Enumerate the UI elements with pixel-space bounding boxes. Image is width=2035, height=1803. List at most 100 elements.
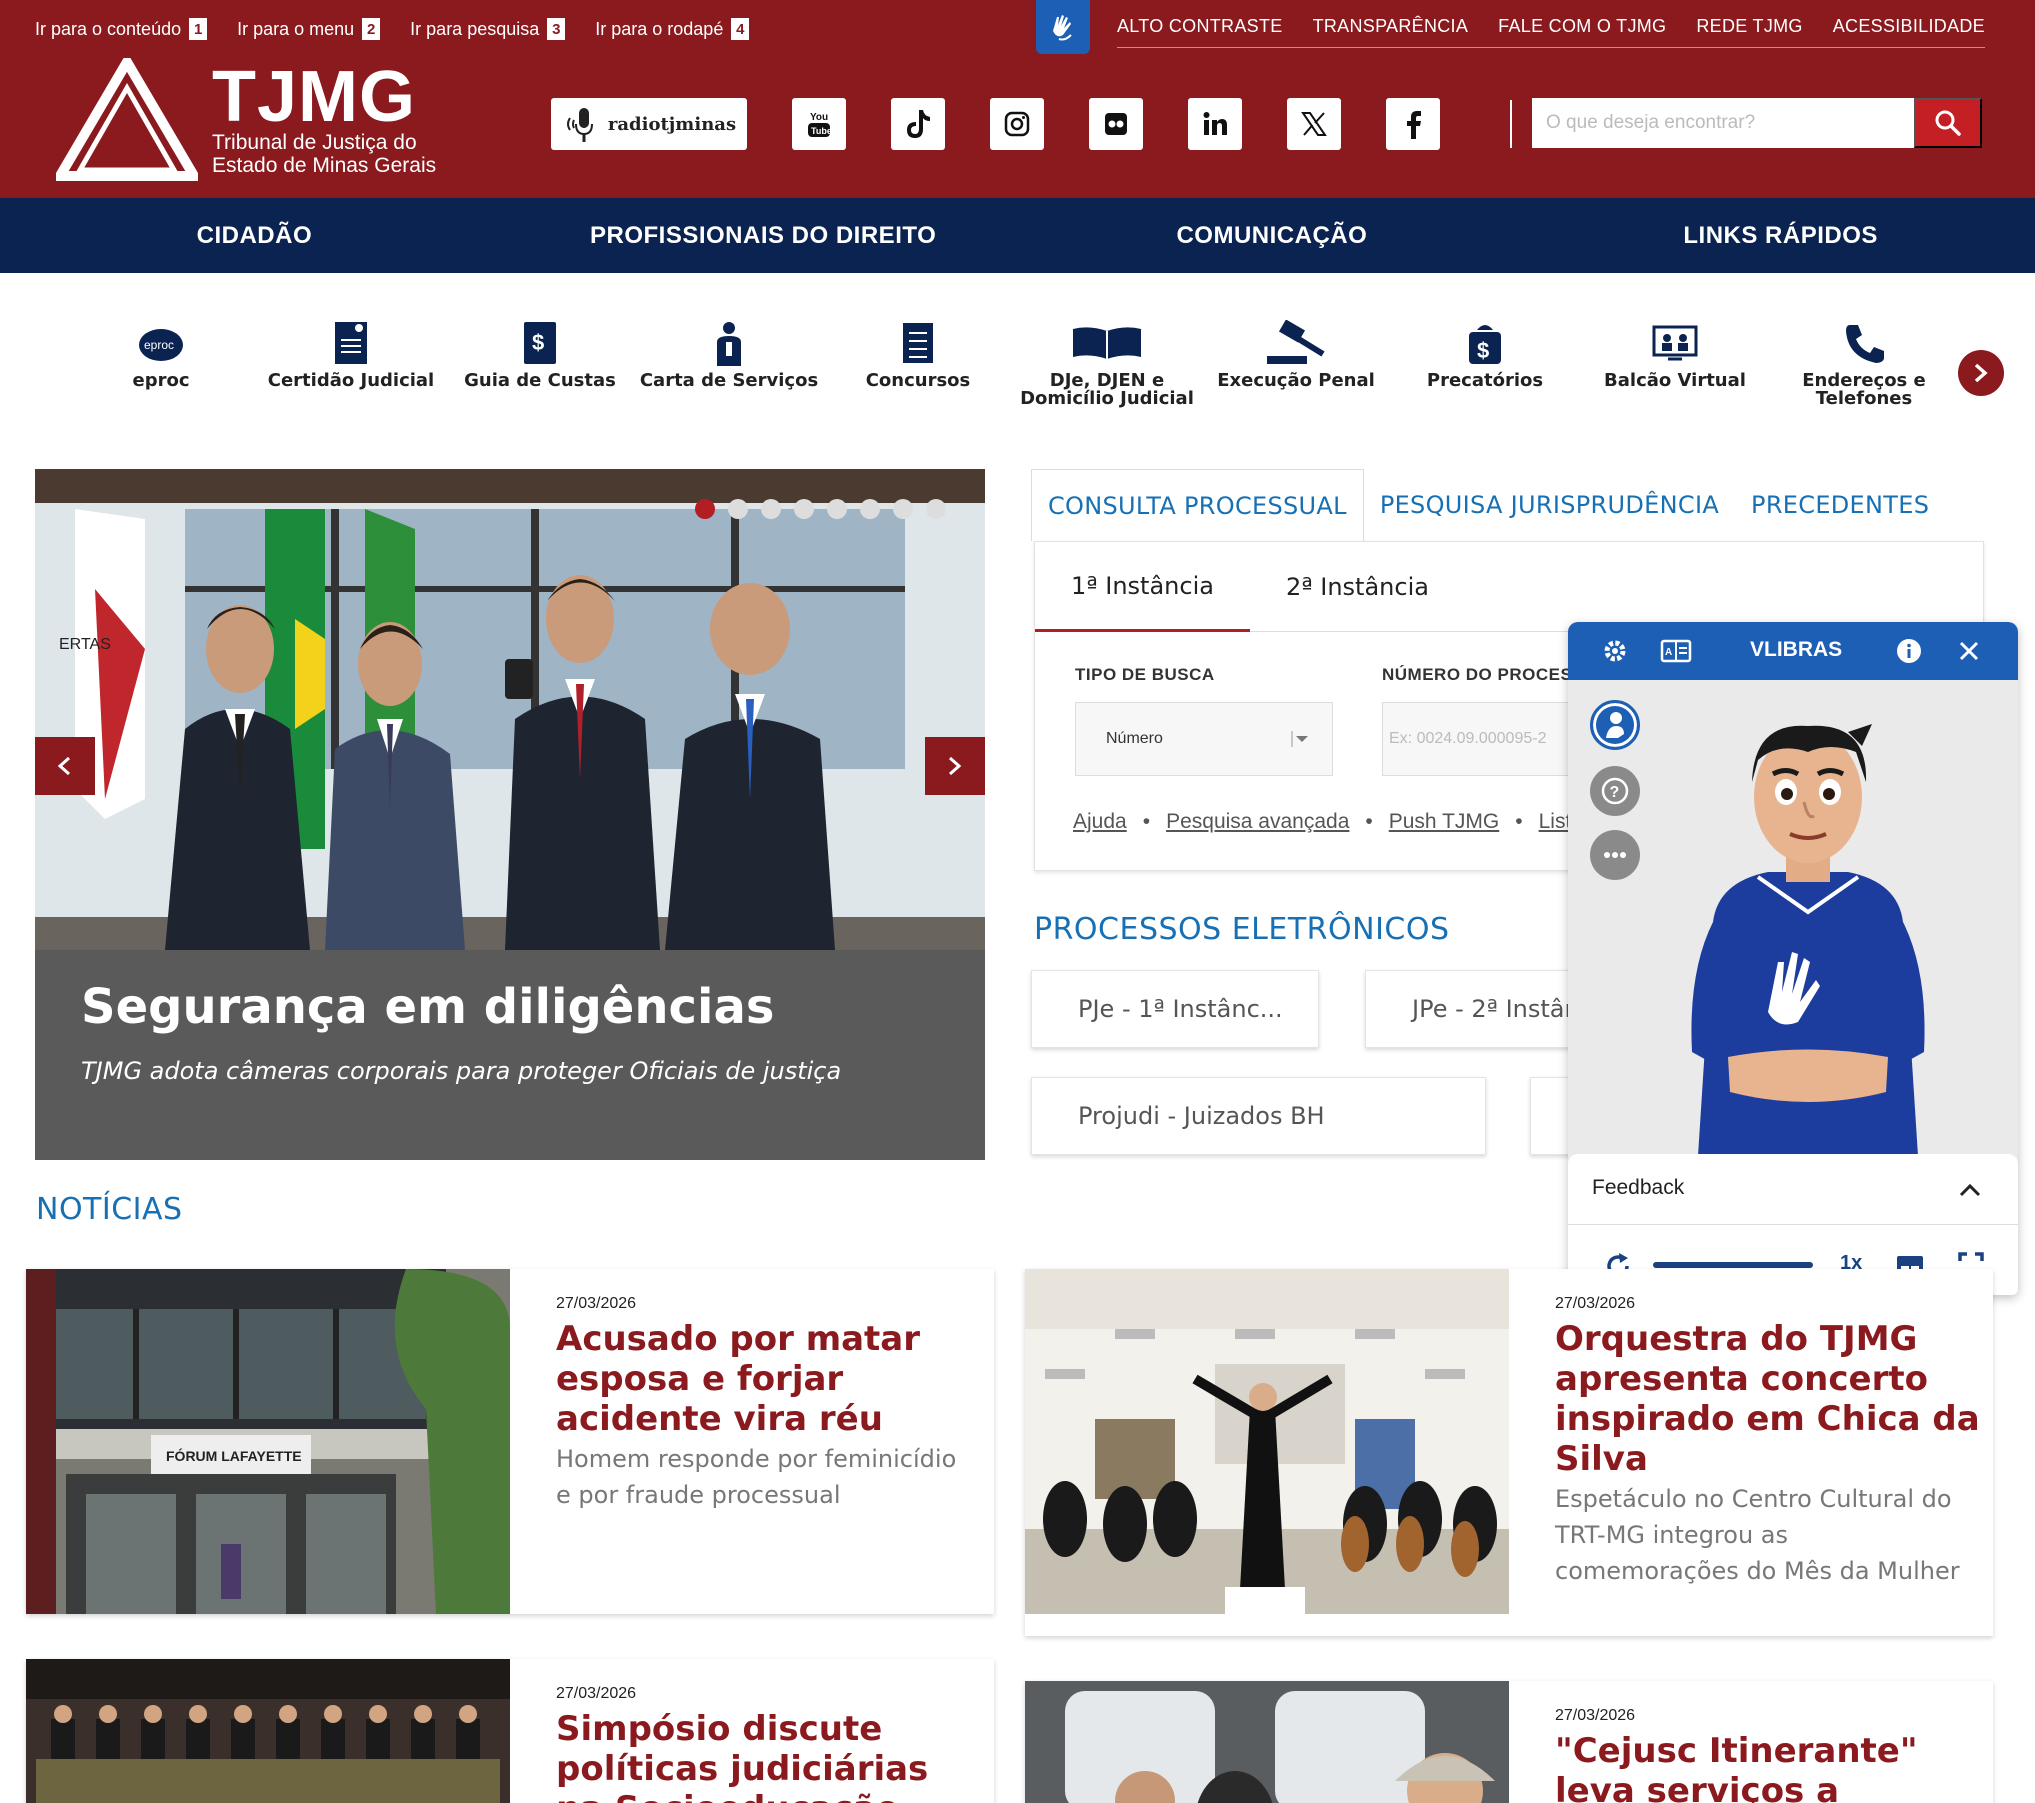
logo-title: TJMG (212, 57, 417, 137)
news-date: 27/03/2026 (1555, 1707, 1636, 1724)
service-enderecos[interactable]: Endereços e Telefones (1769, 318, 1959, 408)
tiktok-link[interactable] (891, 98, 945, 150)
pje-first-instance-button[interactable]: PJe - 1ª Instânc... (1031, 970, 1319, 1048)
news-date: 27/03/2026 (556, 1685, 637, 1702)
help-link[interactable]: Ajuda (1073, 810, 1127, 834)
nav-links-rapidos[interactable]: LINKS RÁPIDOS (1526, 198, 2035, 273)
skip-to-search-link[interactable]: Ir para pesquisa 3 (410, 18, 566, 40)
news-title[interactable]: Orquestra do TJMG apresenta concerto ins… (1555, 1319, 1985, 1479)
service-eproc[interactable]: eproc eproc (66, 318, 256, 390)
vlibras-avatar-button[interactable] (1590, 700, 1640, 750)
skip-to-footer-link[interactable]: Ir para o rodapé 4 (595, 18, 750, 40)
service-carta-servicos[interactable]: Carta de Serviços (634, 318, 824, 390)
tab-primeira-instancia[interactable]: 1ª Instância (1035, 542, 1250, 632)
money-bag-icon: $ (1469, 325, 1501, 364)
carousel-next-button[interactable] (925, 737, 985, 795)
news-image: FÓRUM LAFAYETTE (26, 1269, 510, 1614)
instagram-link[interactable] (990, 98, 1044, 150)
linkedin-link[interactable] (1188, 98, 1242, 150)
news-title[interactable]: Simpósio discute políticas judiciárias n… (556, 1709, 986, 1803)
electronic-processes-title: PROCESSOS ELETRÔNICOS (1034, 912, 1450, 947)
service-balcao-virtual[interactable]: Balcão Virtual (1580, 318, 1770, 390)
service-concursos[interactable]: Concursos (823, 318, 1013, 390)
instagram-icon (1004, 111, 1030, 137)
carousel-dot[interactable] (893, 499, 913, 519)
nav-profissionais[interactable]: PROFISSIONAIS DO DIREITO (509, 198, 1018, 273)
chevron-up-icon[interactable] (1958, 1182, 1982, 1198)
help-icon: ? (1601, 777, 1629, 805)
top-header: Ir para o conteúdo 1 Ir para o menu 2 Ir p… (0, 0, 2035, 198)
svg-text:$: $ (532, 330, 544, 355)
service-dje[interactable]: DJe, DJEN e Domicílio Judicial (1012, 318, 1202, 408)
caret-down-icon (1291, 731, 1308, 747)
search-type-label: TIPO DE BUSCA (1075, 665, 1215, 684)
advanced-search-link[interactable]: Pesquisa avançada (1166, 810, 1349, 834)
svg-text:eproc: eproc (144, 338, 174, 352)
tab-segunda-instancia[interactable]: 2ª Instância (1250, 542, 1465, 632)
youtube-link[interactable]: You Tube (792, 98, 846, 150)
network-link[interactable]: REDE TJMG (1696, 16, 1802, 37)
search-button[interactable] (1914, 98, 1982, 148)
tab-pesquisa-jurisprudencia[interactable]: PESQUISA JURISPRUDÊNCIA (1364, 469, 1735, 541)
search-type-select[interactable]: Número (1075, 702, 1333, 776)
transparency-link[interactable]: TRANSPARÊNCIA (1313, 16, 1469, 37)
accessibility-link[interactable]: ACESSIBILIDADE (1833, 16, 1985, 37)
vlibras-progress-slider[interactable] (1653, 1262, 1813, 1268)
svg-text:ERTAS: ERTAS (59, 636, 111, 653)
high-contrast-link[interactable]: ALTO CONTRASTE (1117, 16, 1283, 37)
microphone-icon (566, 108, 593, 142)
carousel-prev-button[interactable] (35, 737, 95, 795)
libras-accessibility-button[interactable] (1036, 0, 1090, 54)
carousel-dot[interactable] (695, 499, 715, 519)
news-title[interactable]: Acusado por matar esposa e forjar aciden… (556, 1319, 986, 1439)
tjmg-logo[interactable]: TJMG Tribunal de Justiça do Estado de Mi… (56, 58, 436, 182)
service-certidao[interactable]: Certidão Judicial (256, 318, 446, 390)
nav-cidadao[interactable]: CIDADÃO (0, 198, 509, 273)
close-icon[interactable] (1958, 640, 1980, 662)
news-card[interactable]: 27/03/2026 Simpósio discute políticas ju… (26, 1659, 994, 1803)
svg-text:A: A (1665, 647, 1672, 658)
push-tjmg-link[interactable]: Push TJMG (1389, 810, 1499, 834)
chevron-right-icon (949, 756, 962, 776)
youtube-icon: You Tube (808, 112, 832, 137)
service-execucao-penal[interactable]: Execução Penal (1201, 318, 1391, 390)
carousel-dot[interactable] (794, 499, 814, 519)
list-link[interactable]: List (1539, 810, 1572, 834)
news-section-title: NOTÍCIAS (36, 1192, 183, 1227)
service-guia-custas[interactable]: $ Guia de Custas (445, 318, 635, 390)
projudi-button[interactable]: Projudi - Juizados BH (1031, 1077, 1486, 1155)
carousel-title: Segurança em diligências (81, 979, 775, 1035)
service-precatorios[interactable]: $ Precatórios (1390, 318, 1580, 390)
search-input[interactable] (1532, 98, 1914, 148)
carousel-dot[interactable] (926, 499, 946, 519)
news-card[interactable]: 27/03/2026 Orquestra do TJMG apresenta c… (1025, 1269, 1993, 1636)
news-card[interactable]: 27/03/2026 "Cejusc Itinerante" leva serv… (1025, 1681, 1993, 1803)
info-icon[interactable] (1896, 638, 1922, 664)
news-card[interactable]: FÓRUM LAFAYETTE 27/03/2026 Acusado por m… (26, 1269, 994, 1614)
vlibras-help-button[interactable]: ? (1590, 766, 1640, 816)
skip-to-content-link[interactable]: Ir para o conteúdo 1 (35, 18, 208, 40)
services-next-button[interactable] (1958, 350, 2004, 396)
news-image-sign: FÓRUM LAFAYETTE (166, 1447, 302, 1464)
vlibras-more-button[interactable] (1590, 830, 1640, 880)
radio-tjminas-button[interactable]: radiotjminas (551, 98, 747, 150)
top-utility-links: ALTO CONTRASTE TRANSPARÊNCIA FALE COM O … (1117, 16, 1985, 48)
carousel-dot[interactable] (860, 499, 880, 519)
news-title[interactable]: "Cejusc Itinerante" leva serviços a cida… (1555, 1731, 1985, 1803)
facebook-link[interactable] (1386, 98, 1440, 150)
carousel-dot[interactable] (827, 499, 847, 519)
flickr-link[interactable] (1089, 98, 1143, 150)
vlibras-feedback-label[interactable]: Feedback (1592, 1176, 1684, 1200)
nav-comunicacao[interactable]: COMUNICAÇÃO (1018, 198, 1527, 273)
contact-link[interactable]: FALE COM O TJMG (1498, 16, 1666, 37)
carousel-dot[interactable] (728, 499, 748, 519)
gear-icon[interactable] (1602, 638, 1628, 664)
process-help-links: Ajuda • Pesquisa avançada • Push TJMG • … (1073, 810, 1572, 834)
dictionary-icon[interactable]: A (1660, 638, 1692, 664)
tab-consulta-processual[interactable]: CONSULTA PROCESSUAL (1031, 469, 1364, 541)
carousel-caption[interactable]: Segurança em diligências TJMG adota câme… (81, 979, 841, 1085)
carousel-dot[interactable] (761, 499, 781, 519)
tab-precedentes[interactable]: PRECEDENTES (1735, 469, 1945, 541)
skip-to-menu-link[interactable]: Ir para o menu 2 (237, 18, 381, 40)
x-twitter-link[interactable] (1287, 98, 1341, 150)
